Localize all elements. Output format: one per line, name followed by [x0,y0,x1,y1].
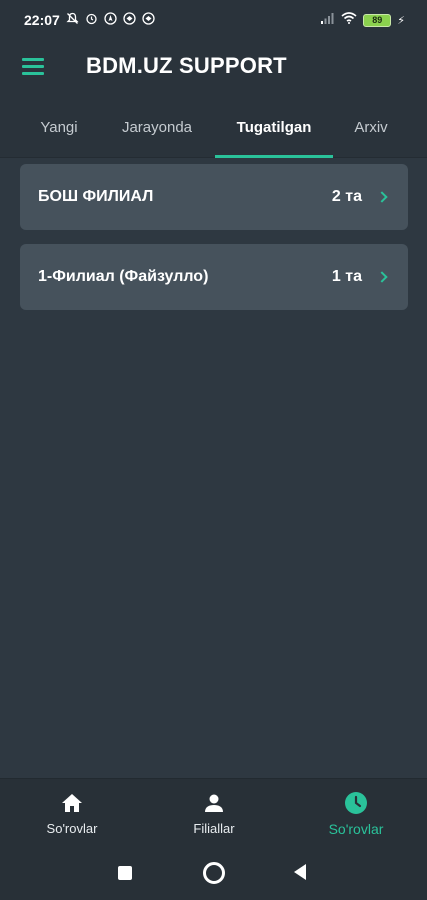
wifi-icon [341,11,357,29]
battery-icon: 89 [363,13,392,27]
nav-item-requests[interactable]: So'rovlar [12,779,132,845]
recent-apps-icon[interactable] [118,866,132,880]
list-item[interactable]: 1-Филиал (Файзулло) 1 та [20,244,408,310]
back-icon[interactable] [294,864,306,880]
status-system-icons: 89 ⚡ [321,11,405,29]
clock-icon [345,792,367,814]
branch-name: 1-Филиал (Файзулло) [38,268,209,285]
signal-icon [321,11,335,29]
home-icon [62,794,82,812]
branch-count: 1 та [331,268,362,285]
vpn-icon [123,12,136,28]
branch-name: БОШ ФИЛИАЛ [38,188,154,205]
status-tabs: Yangi Jarayonda Tugatilgan Arxiv [0,96,427,158]
system-navigation-bar [0,844,427,900]
alarm-icon [85,12,98,28]
hamburger-menu-icon[interactable] [22,58,44,76]
tab-yangi[interactable]: Yangi [22,96,96,158]
nav-label: So'rovlar [46,821,98,836]
mute-icon [66,12,79,28]
app-bar: BDM.UZ SUPPORT [0,40,427,96]
chevron-right-icon [376,191,388,203]
nav-item-requests-active[interactable]: So'rovlar [296,779,416,845]
tab-arxiv[interactable]: Arxiv [338,96,404,158]
bottom-navigation: So'rovlar Filiallar So'rovlar [0,778,427,844]
app-title: BDM.UZ SUPPORT [86,53,287,78]
branch-count: 2 та [331,188,362,205]
home-button-icon[interactable] [203,862,225,884]
status-notification-icons [66,12,155,28]
charging-icon: ⚡ [397,14,405,27]
nav-label: Filiallar [193,821,235,836]
status-bar: 22:07 89 ⚡ [0,0,427,40]
nav-label: So'rovlar [328,821,384,837]
status-time: 22:07 [24,12,60,28]
list-item[interactable]: БОШ ФИЛИАЛ 2 та [20,164,408,230]
branch-list: БОШ ФИЛИАЛ 2 та 1-Филиал (Файзулло) 1 та [20,164,408,324]
vpn-icon [142,12,155,28]
tab-tugatilgan[interactable]: Tugatilgan [215,96,333,158]
navigation-icon [104,12,117,28]
nav-item-branches[interactable]: Filiallar [154,779,274,845]
person-icon [205,794,223,812]
chevron-right-icon [376,271,388,283]
tab-jarayonda[interactable]: Jarayonda [104,96,210,158]
